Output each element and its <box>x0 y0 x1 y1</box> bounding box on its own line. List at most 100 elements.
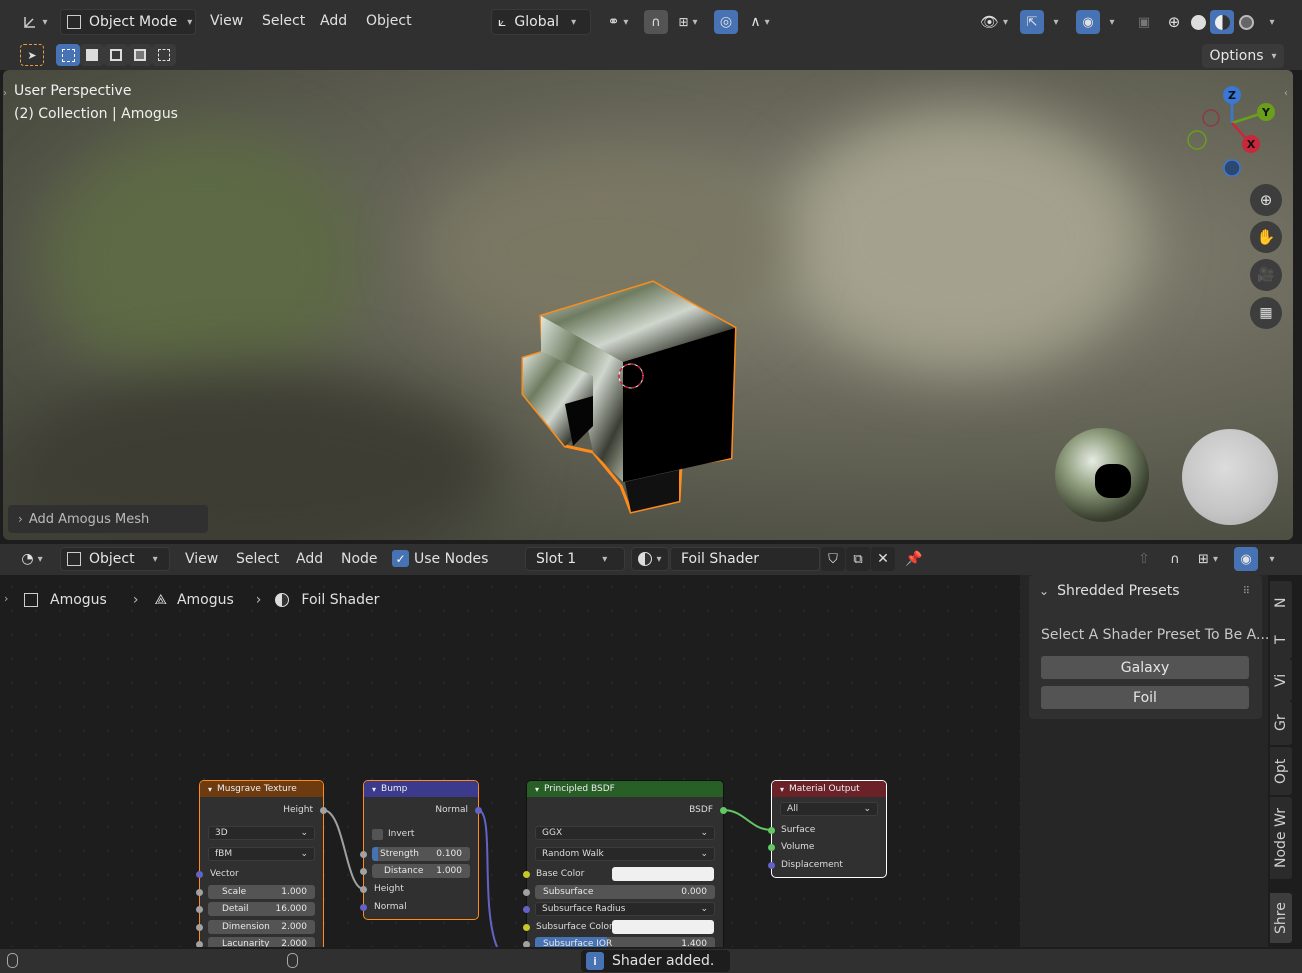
musgrave-type-dropdown[interactable]: fBM ⌄ <box>208 847 315 861</box>
node-menu-view[interactable]: View <box>185 551 218 567</box>
subsurface-socket[interactable] <box>523 889 530 896</box>
pivot-icon[interactable]: ⚭ ▾ <box>600 10 636 34</box>
falloff-icon[interactable]: ∧ ▾ <box>742 10 778 34</box>
subsurface-field[interactable]: Subsurface 0.000 <box>535 885 715 899</box>
tab-t[interactable]: T <box>1270 621 1292 659</box>
hand-icon[interactable]: ✋ <box>1250 221 1282 253</box>
menu-view[interactable]: View <box>210 13 243 29</box>
lacunarity-socket[interactable] <box>196 941 203 947</box>
gizmo-icon[interactable]: ⇱ <box>1020 10 1044 34</box>
wireframe-shading-icon[interactable]: ⊕ <box>1162 10 1186 34</box>
visibility-icon[interactable]: 👁 ▾ <box>974 10 1014 34</box>
select-tool-icon[interactable]: ➤ <box>20 44 44 66</box>
rendered-shading-icon[interactable] <box>1234 10 1258 34</box>
bsdf-output-socket[interactable] <box>720 807 727 814</box>
subsurface-ior-field[interactable]: Subsurface IOR 1.400 <box>535 937 715 947</box>
orientation-dropdown[interactable]: ⟀ Global ▾ <box>491 9 591 35</box>
subsurface-ior-socket[interactable] <box>523 941 530 947</box>
material-output-node[interactable]: ▾ Material Output All ⌄ Surface Volume Dis… <box>768 781 886 877</box>
select-box-new-icon[interactable] <box>56 44 80 66</box>
select-box-invert-icon[interactable] <box>128 44 152 66</box>
distribution-dropdown[interactable]: GGX ⌄ <box>535 826 715 840</box>
strength-socket[interactable] <box>360 851 367 858</box>
displacement-socket[interactable] <box>768 862 775 869</box>
navigation-gizmo[interactable]: Z Y X <box>1183 82 1275 182</box>
output-socket[interactable] <box>320 807 327 814</box>
shader-editor-type-icon[interactable]: ◔ ▾ <box>14 547 50 571</box>
grid-icon[interactable]: ▦ <box>1250 297 1282 329</box>
node-snap-mode-icon[interactable]: ⊞ ▾ <box>1188 547 1228 571</box>
invert-checkbox[interactable]: Invert <box>364 827 478 841</box>
base-color-socket[interactable] <box>523 871 530 878</box>
dimension-socket[interactable] <box>196 924 203 931</box>
strength-field[interactable]: Strength 0.100 <box>372 847 470 861</box>
node-menu-select[interactable]: Select <box>236 551 279 567</box>
overlay-dropdown-icon[interactable]: ▾ <box>1100 10 1120 34</box>
xray-icon[interactable]: ▣ <box>1132 10 1156 34</box>
options-dropdown[interactable]: Options ▾ <box>1202 44 1284 68</box>
node-menu-add[interactable]: Add <box>296 551 323 567</box>
tab-group[interactable]: Gr <box>1270 701 1292 745</box>
panel-header[interactable]: ⌄ Shredded Presets ⠿ <box>1029 575 1262 607</box>
3d-viewport[interactable]: User Perspective (2) Collection | Amogus… <box>3 70 1293 540</box>
subsurface-radius-socket[interactable] <box>523 906 530 913</box>
pin-icon[interactable]: 📌 <box>902 547 926 571</box>
dimension-field[interactable]: Dimension 2.000 <box>208 920 315 934</box>
shading-dropdown-icon[interactable]: ▾ <box>1260 10 1280 34</box>
menu-add[interactable]: Add <box>320 13 347 29</box>
subsurface-radius-dropdown[interactable]: Subsurface Radius ⌄ <box>535 902 715 916</box>
select-box-extend-icon[interactable] <box>80 44 104 66</box>
detail-field[interactable]: Detail 16.000 <box>208 902 315 916</box>
use-nodes-toggle[interactable]: ✓ Use Nodes <box>392 550 488 567</box>
drag-handle-icon[interactable]: ⠿ <box>1243 586 1250 597</box>
proportional-edit-icon[interactable]: ◎ <box>714 10 738 34</box>
select-box-subtract-icon[interactable] <box>104 44 128 66</box>
material-shading-icon[interactable] <box>1210 10 1234 34</box>
scale-field[interactable]: Scale 1.000 <box>208 885 315 899</box>
subsurface-method-dropdown[interactable]: Random Walk ⌄ <box>535 847 715 861</box>
normal-output-socket[interactable] <box>475 807 482 814</box>
object-type-dropdown[interactable]: Object ▾ <box>60 547 170 571</box>
amogus-mesh[interactable] <box>513 276 743 521</box>
tab-n[interactable]: N <box>1270 581 1292 625</box>
node-snap-icon[interactable]: ∩ <box>1163 547 1187 571</box>
tab-shredded[interactable]: Shre <box>1270 893 1292 943</box>
menu-select[interactable]: Select <box>262 13 305 29</box>
scale-socket[interactable] <box>196 889 203 896</box>
tab-node-wrangler[interactable]: Node Wr <box>1270 797 1292 879</box>
tab-options[interactable]: Opt <box>1270 747 1292 795</box>
normal-input-socket[interactable] <box>360 904 367 911</box>
camera-icon[interactable]: 🎥 <box>1250 259 1282 291</box>
subsurface-color-socket[interactable] <box>523 924 530 931</box>
zoom-icon[interactable]: ⊕ <box>1250 184 1282 216</box>
foil-button[interactable]: Foil <box>1041 686 1249 709</box>
menu-object[interactable]: Object <box>366 13 412 29</box>
hdri-preview-sphere[interactable] <box>1055 428 1149 522</box>
height-input-socket[interactable] <box>360 886 367 893</box>
duplicate-material-icon[interactable]: ⧉ <box>846 547 870 571</box>
musgrave-texture-node[interactable]: ▾ Musgrave Texture Height 3D ⌄ fBM ⌄ Vector… <box>196 781 327 947</box>
node-menu-node[interactable]: Node <box>341 551 378 567</box>
node-editor-canvas[interactable]: Amogus › ⟁ Amogus › Foil Shader › ▾ Musgr… <box>0 575 1020 947</box>
parent-node-tree-icon[interactable]: ⇧ <box>1132 547 1156 571</box>
material-browse-button[interactable]: ▾ <box>631 547 669 571</box>
sidebar-collapse-icon[interactable]: ‹ <box>1284 88 1288 99</box>
mode-dropdown[interactable]: Object Mode ▾ <box>60 9 196 35</box>
fake-user-shield-icon[interactable]: ⛉ <box>821 547 845 571</box>
gizmo-dropdown-icon[interactable]: ▾ <box>1044 10 1064 34</box>
snap-icon[interactable]: ∩ <box>644 10 668 34</box>
principled-bsdf-node[interactable]: ▾ Principled BSDF BSDF GGX ⌄ Random Walk ⌄ … <box>523 781 727 947</box>
vector-socket[interactable] <box>196 871 203 878</box>
slot-dropdown[interactable]: Slot 1 ▾ <box>525 547 625 571</box>
output-target-dropdown[interactable]: All ⌄ <box>780 802 878 816</box>
overlay-icon[interactable]: ◉ <box>1076 10 1100 34</box>
material-name-field[interactable]: Foil Shader <box>670 547 820 571</box>
solid-shading-icon[interactable] <box>1186 10 1210 34</box>
node-overlay-icon[interactable]: ◉ <box>1234 547 1258 571</box>
distance-socket[interactable] <box>360 868 367 875</box>
toolbar-collapse-icon[interactable]: › <box>3 88 7 99</box>
detail-socket[interactable] <box>196 906 203 913</box>
bump-node[interactable]: ▾ Bump Normal Invert Strength 0.100 Distan… <box>360 781 482 919</box>
snap-target-icon[interactable]: ⊞ ▾ <box>670 10 706 34</box>
volume-socket[interactable] <box>768 844 775 851</box>
